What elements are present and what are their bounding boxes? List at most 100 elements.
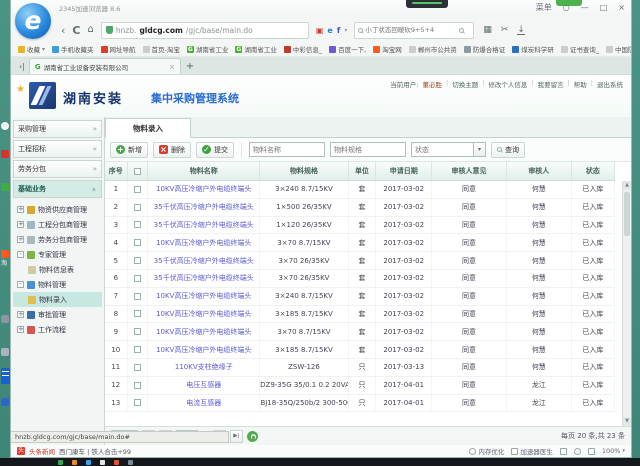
tree-toggle-icon[interactable]: + (17, 236, 24, 243)
row-checkbox[interactable] (134, 310, 141, 317)
header-link[interactable]: 我要留言 (538, 79, 564, 89)
bookmark-item[interactable]: 证书查询_ (561, 44, 599, 54)
material-name-link[interactable]: 10KV高压冷缩户外电缆终端头 (148, 234, 260, 251)
table-row[interactable]: 635千伏高压冷缩户外电缆终端头3×70 26/35KV套2017-03-02同… (105, 270, 615, 288)
row-checkbox[interactable] (134, 275, 141, 282)
status-filter[interactable]: ▾ (411, 142, 486, 157)
downloads-tray-icon[interactable] (588, 448, 595, 455)
desktop-icon-gamepad[interactable] (1, 315, 9, 323)
column-header[interactable]: 物料规格 (260, 162, 348, 180)
tree-item[interactable]: +劳务分包商管理 (13, 232, 102, 247)
table-row[interactable]: 710KV高压冷缩户外电缆终端头3×240 8.7/15KV套2017-03-0… (105, 288, 615, 306)
header-link[interactable]: 切换主题 (452, 79, 478, 89)
row-checkbox-cell[interactable] (128, 323, 149, 340)
back-button[interactable]: ‹ (61, 25, 65, 36)
header-link[interactable]: 修改个人信息 (488, 79, 527, 89)
tree-item[interactable]: +工程分包商管理 (13, 217, 102, 232)
add-button[interactable]: +新增 (110, 142, 148, 158)
search-box[interactable] (354, 22, 474, 39)
table-row[interactable]: 535千伏高压冷缩户外电缆终端头3×70 26/35KV套2017-03-02同… (105, 252, 615, 270)
taskbar-app-icon[interactable] (58, 460, 63, 465)
maximize-button[interactable]: □ (600, 3, 608, 12)
bookmark-item[interactable]: 首页-淘宝 (143, 44, 180, 54)
row-checkbox-cell[interactable] (128, 252, 149, 269)
tree-item[interactable]: 物料信息表 (13, 262, 102, 277)
row-checkbox[interactable] (134, 346, 141, 353)
network-icon[interactable] (560, 448, 567, 455)
table-row[interactable]: 1010KV高压冷缩户外电缆终端头3×185 8.7/15KV套2017-03-… (105, 341, 615, 359)
column-header[interactable]: 状态 (572, 162, 615, 180)
bookmark-item[interactable]: 收藏▾ (18, 44, 45, 54)
tree-item[interactable]: -专家管理 (13, 247, 102, 262)
material-name-link[interactable]: 10KV高压冷缩户外电缆终端头 (148, 181, 260, 198)
memory-optimize-tool[interactable]: 内存优化 (469, 446, 504, 456)
material-name-link[interactable]: 10KV高压冷缩户外电缆终端头 (148, 341, 260, 358)
tab-material-entry[interactable]: 物料录入 (105, 118, 191, 138)
desktop-icon-green-app[interactable] (1, 183, 9, 191)
skin-icon[interactable]: ○ (563, 3, 570, 12)
refresh-button[interactable]: C (72, 25, 80, 36)
taskbar-app-icon[interactable] (86, 460, 91, 465)
material-name-link[interactable]: 10KV高压冷缩户外电缆终端头 (148, 288, 260, 305)
scrollbar-thumb[interactable] (624, 192, 630, 236)
grid-scrollbar[interactable]: ▲ ▼ (622, 181, 631, 426)
search-go-icon[interactable] (459, 28, 464, 33)
material-name-link[interactable]: 电压互感器 (148, 377, 260, 394)
column-header[interactable]: 审核人 (507, 162, 572, 180)
zoom-control[interactable]: 100%▾ (602, 447, 625, 455)
compat-ie-icon[interactable]: ▣ (316, 26, 324, 35)
desktop-icon-clock[interactable] (1, 122, 9, 130)
column-header[interactable]: 物料名称 (148, 162, 260, 180)
speed-mode-icon[interactable]: e (327, 26, 332, 35)
bookmark-item[interactable]: 郴州市公共资 (409, 44, 457, 54)
speed-doctor-tool[interactable]: 加速器医生 (511, 446, 553, 456)
row-checkbox[interactable] (134, 204, 141, 211)
windows-taskbar[interactable] (0, 458, 640, 466)
column-header[interactable]: 申请日期 (376, 162, 432, 180)
table-row[interactable]: 810KV高压冷缩户外电缆终端头3×185 8.7/15KV套2017-03-0… (105, 306, 615, 324)
minimize-button[interactable]: — (581, 3, 589, 12)
material-name-link[interactable]: 35千伏高压冷缩户外电缆终端头 (148, 252, 260, 269)
column-header[interactable]: 序号 (105, 162, 128, 180)
tree-toggle-icon[interactable]: + (17, 221, 24, 228)
column-header[interactable]: 单位 (349, 162, 377, 180)
sidebar-panel[interactable]: 基础业务» (13, 180, 102, 198)
row-checkbox[interactable] (134, 328, 141, 335)
material-name-link[interactable]: 10KV高压冷缩户外电缆终端头 (148, 323, 260, 340)
submit-button[interactable]: ✓提交 (196, 142, 234, 158)
tree-item[interactable]: 物料录入 (13, 292, 102, 307)
tree-toggle-icon[interactable]: - (17, 251, 24, 258)
bookmark-item[interactable]: 百度一下, (329, 44, 366, 54)
table-row[interactable]: 13电流互感器LZZBJ18-35Q/250b/2 300-500/…只2017… (105, 395, 615, 413)
row-checkbox-cell[interactable] (128, 341, 149, 358)
search-input[interactable] (365, 26, 457, 34)
column-header[interactable] (128, 162, 149, 180)
bookmark-item[interactable]: 防爆合格证 (464, 44, 506, 54)
material-name-link[interactable]: 10KV高压冷缩户外电缆终端头 (148, 306, 260, 323)
news-label[interactable]: 头条新闻 (29, 446, 55, 456)
tree-toggle-icon[interactable]: + (17, 206, 24, 213)
material-spec-filter[interactable] (330, 142, 406, 157)
row-checkbox-cell[interactable] (128, 199, 149, 216)
material-name-link[interactable]: 电流互感器 (148, 395, 260, 412)
row-checkbox[interactable] (134, 186, 141, 193)
apps-grid-icon[interactable]: ▦ (483, 25, 492, 35)
screenshot-scissors-icon[interactable]: ✂ (501, 25, 509, 35)
home-button[interactable]: ⌂ (87, 25, 93, 35)
table-row[interactable]: 335千伏高压冷缩户外电缆终端头1×120 26/35KV套2017-03-02… (105, 217, 615, 235)
desktop-icon-2345[interactable] (1, 150, 9, 158)
row-checkbox-cell[interactable] (128, 377, 149, 394)
menu-button[interactable]: 菜单 (536, 2, 552, 13)
bookmark-item[interactable]: 中彩信息_ (284, 44, 322, 54)
material-name-link[interactable]: 35千伏高压冷缩户外电缆终端头 (148, 217, 260, 234)
row-checkbox[interactable] (134, 399, 141, 406)
desktop-icon-taobao[interactable]: 淘 (1, 250, 9, 258)
status-filter-input[interactable] (411, 142, 473, 157)
tree-item[interactable]: -物料管理 (13, 277, 102, 292)
row-checkbox[interactable] (134, 293, 141, 300)
bookmark-item[interactable]: G湖南省工业 (235, 44, 277, 54)
table-row[interactable]: 110KV高压冷缩户外电缆终端头3×240 8.7/15KV套2017-03-0… (105, 181, 615, 199)
row-checkbox-cell[interactable] (128, 288, 149, 305)
new-tab-button[interactable]: + (181, 60, 199, 74)
table-row[interactable]: 12电压互感器JDZ9-35G 35/0.1 0.2 20VA只2017-04-… (105, 377, 615, 395)
